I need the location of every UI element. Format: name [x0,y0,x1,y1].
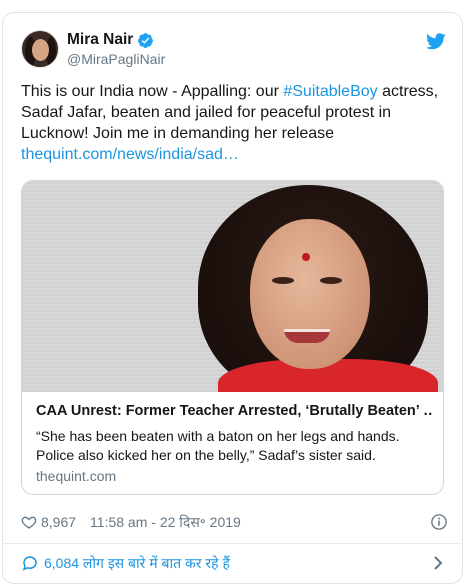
link-preview-card[interactable]: CAA Unrest: Former Teacher Arrested, ‘Br… [21,180,444,495]
tweet-text-part: This is our India now - Appalling: our [21,83,284,100]
card-image [22,181,443,392]
card-title: CAA Unrest: Former Teacher Arrested, ‘Br… [36,403,432,419]
chat-bubble-icon [22,556,37,571]
divider [3,543,462,544]
like-count[interactable]: 8,967 [41,514,76,530]
heart-icon[interactable] [21,514,37,530]
avatar[interactable] [21,30,59,68]
author-name-row[interactable]: Mira Nair [67,31,154,49]
conversation-count[interactable]: 6,084 लोग इस बारे में बात कर रहे हैं [44,554,230,573]
twitter-bird-icon[interactable] [426,33,446,50]
conversation-link[interactable]: 6,084 लोग इस बारे में बात कर रहे हैं [21,550,448,576]
tweet-meta: 8,967 11:58 am - 22 दिस॰ 2019 [21,512,448,532]
info-icon[interactable] [430,513,448,531]
author-name[interactable]: Mira Nair [67,31,133,49]
tweet-header: Mira Nair @MiraPagliNair [21,30,446,72]
chevron-right-icon[interactable] [432,555,444,571]
card-domain: thequint.com [36,468,117,484]
card-description: “She has been beaten with a baton on her… [36,428,400,463]
article-link[interactable]: thequint.com/news/india/sad… [21,146,239,163]
timestamp[interactable]: 11:58 am - 22 दिस॰ 2019 [90,513,241,532]
hashtag-link[interactable]: #SuitableBoy [283,83,377,100]
embedded-tweet[interactable]: Mira Nair @MiraPagliNair This is our Ind… [2,12,463,584]
tweet-text: This is our India now - Appalling: our #… [21,81,451,165]
verified-badge-icon [138,32,154,48]
author-handle[interactable]: @MiraPagliNair [67,51,165,67]
